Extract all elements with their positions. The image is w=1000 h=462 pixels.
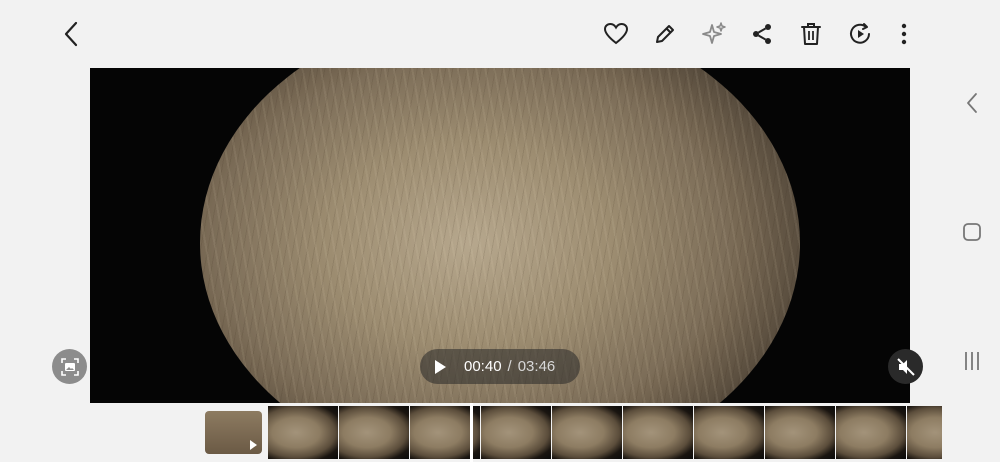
- edit-icon: [656, 25, 674, 43]
- capture-frame-button[interactable]: [52, 349, 87, 384]
- current-time: 00:40: [464, 358, 502, 375]
- heart-icon: [603, 22, 629, 45]
- play-icon: [435, 359, 446, 374]
- mini-play-icon: [250, 440, 257, 450]
- play-button[interactable]: [420, 349, 460, 384]
- filmstrip-frame[interactable]: [339, 406, 409, 459]
- filmstrip-frame[interactable]: [268, 406, 338, 459]
- capture-icon: [60, 357, 79, 376]
- filmstrip-frame[interactable]: [481, 406, 551, 459]
- nav-recents-button[interactable]: [957, 346, 987, 376]
- nav-home-icon: [963, 223, 981, 241]
- playback-control: 00:40 / 03:46: [420, 349, 580, 384]
- delete-button[interactable]: [793, 16, 829, 52]
- filmstrip-frames[interactable]: [268, 406, 942, 459]
- gallery-video-viewer: 00:40 / 03:46: [0, 0, 1000, 462]
- nav-home-button[interactable]: [957, 217, 987, 247]
- video-player-button[interactable]: [842, 16, 878, 52]
- filmstrip-frame[interactable]: [552, 406, 622, 459]
- nav-recents-icon: [965, 352, 979, 370]
- share-icon: [753, 24, 771, 44]
- back-icon: [64, 21, 78, 47]
- sparkle-icon: [702, 22, 726, 44]
- video-filmstrip[interactable]: [0, 403, 1000, 462]
- total-time: 03:46: [517, 358, 556, 375]
- filmstrip-frame[interactable]: [836, 406, 906, 459]
- mute-button[interactable]: [888, 349, 923, 384]
- favorite-button[interactable]: [598, 16, 634, 52]
- more-options-button[interactable]: [886, 16, 922, 52]
- enhance-button[interactable]: [696, 16, 732, 52]
- video-thumbnail[interactable]: [205, 411, 262, 454]
- share-button[interactable]: [744, 16, 780, 52]
- time-separator: /: [507, 358, 512, 375]
- back-button[interactable]: [54, 16, 90, 52]
- filmstrip-frame[interactable]: [623, 406, 693, 459]
- delete-icon: [801, 23, 821, 45]
- filmstrip-frame[interactable]: [694, 406, 764, 459]
- edit-button[interactable]: [647, 16, 683, 52]
- filmstrip-frame[interactable]: [907, 406, 942, 459]
- nav-back-icon: [967, 93, 977, 113]
- video-player-icon: [850, 23, 870, 44]
- volume-muted-icon: [896, 357, 915, 376]
- top-toolbar: [0, 0, 910, 68]
- nav-back-button[interactable]: [957, 88, 987, 118]
- playhead[interactable]: [470, 403, 473, 462]
- more-icon: [901, 23, 907, 45]
- filmstrip-frame[interactable]: [765, 406, 835, 459]
